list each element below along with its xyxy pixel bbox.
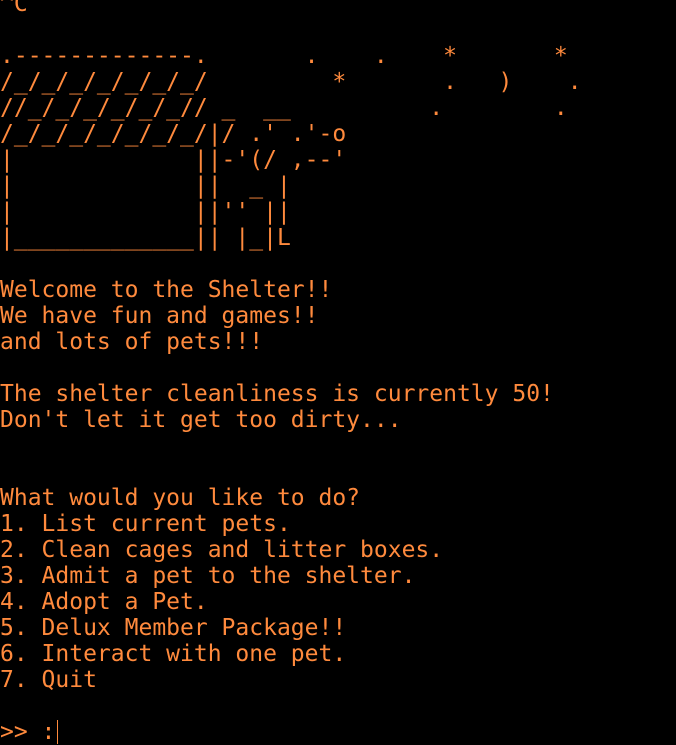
ascii-art-line: //_/_/_/_/_/_// _ __ . . (0, 95, 568, 121)
ascii-art-line: /_/_/_/_/_/_/_/|/ .' .'-o (0, 121, 347, 147)
menu-item-clean-cages: 2. Clean cages and litter boxes. (0, 537, 444, 563)
command-prompt[interactable]: >> : (0, 719, 676, 745)
ascii-art-line: |_____________|| |_|L (0, 225, 291, 251)
welcome-line: Welcome to the Shelter!! (0, 277, 333, 303)
terminal-window[interactable]: ^C .-------------. . . * * /_/_/_/_/_/_/… (0, 0, 676, 745)
cleanliness-warning: Don't let it get too dirty... (0, 407, 402, 433)
text-cursor (57, 720, 59, 744)
main-menu: What would you like to do? 1. List curre… (0, 485, 676, 693)
menu-item-admit-pet: 3. Admit a pet to the shelter. (0, 563, 416, 589)
welcome-line: and lots of pets!!! (0, 329, 264, 355)
menu-item-adopt-pet: 4. Adopt a Pet. (0, 589, 208, 615)
ascii-art-line: /_/_/_/_/_/_/_/ * . ) . (0, 69, 582, 95)
menu-item-interact-pet: 6. Interact with one pet. (0, 641, 347, 667)
welcome-message: Welcome to the Shelter!! We have fun and… (0, 277, 676, 355)
ascii-art-line: | || _ | (0, 173, 291, 199)
menu-title: What would you like to do? (0, 485, 361, 511)
cleanliness-status: The shelter cleanliness is currently 50! (0, 381, 554, 407)
menu-item-list-pets: 1. List current pets. (0, 511, 291, 537)
status-message: The shelter cleanliness is currently 50!… (0, 381, 676, 433)
ascii-art-line: | ||-'(/ ,--' (0, 147, 347, 173)
menu-item-delux-package: 5. Delux Member Package!! (0, 615, 347, 641)
welcome-line: We have fun and games!! (0, 303, 319, 329)
ascii-art-shelter: .-------------. . . * * /_/_/_/_/_/_/_/ … (0, 43, 676, 251)
ascii-art-line: | ||'' || (0, 199, 291, 225)
interrupt-echo: ^C (0, 0, 28, 17)
ascii-art-line: .-------------. . . * * (0, 43, 568, 69)
prompt-symbol: >> : (0, 719, 56, 745)
menu-item-quit: 7. Quit (0, 667, 97, 693)
